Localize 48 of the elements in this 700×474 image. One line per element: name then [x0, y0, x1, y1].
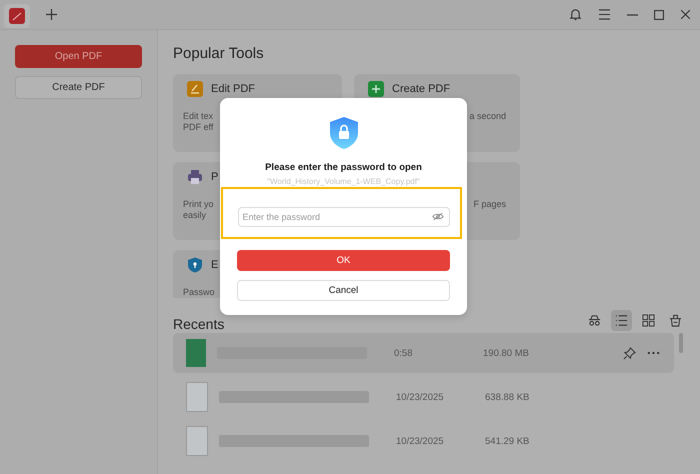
tool-description: a second	[469, 111, 506, 122]
app-logo-icon	[9, 8, 25, 24]
tool-description: F pages	[473, 199, 506, 210]
scrollbar[interactable]	[679, 333, 683, 353]
dialog-title: Please enter the password to open	[265, 162, 422, 173]
document-thumbnail	[186, 426, 208, 456]
add-tab-icon[interactable]	[46, 9, 57, 20]
tool-title: P	[211, 170, 218, 184]
file-row[interactable]: 10/23/2025 638.88 KB	[173, 377, 674, 417]
section-title: Popular Tools	[173, 44, 265, 64]
ok-button[interactable]: OK	[237, 250, 450, 271]
eye-off-icon[interactable]	[432, 212, 444, 221]
file-size: 190.80 MB	[483, 348, 530, 358]
file-row[interactable]: 10/23/2025 541.29 KB	[173, 421, 674, 461]
file-date: 10/23/2025	[396, 392, 445, 402]
spreadsheet-thumbnail	[186, 339, 206, 367]
maximize-icon[interactable]	[654, 10, 664, 20]
minimize-icon[interactable]	[627, 14, 638, 16]
tool-title: Create PDF	[392, 82, 450, 96]
tool-description: Print yo easily	[183, 199, 214, 221]
shield-lock-icon	[328, 116, 358, 150]
create-pdf-button[interactable]: Create PDF	[15, 76, 142, 99]
file-row[interactable]: 0:58 190.80 MB	[173, 333, 674, 373]
shield-icon	[187, 257, 203, 273]
app-tab[interactable]	[4, 4, 30, 28]
menu-icon[interactable]	[598, 9, 611, 20]
document-thumbnail	[186, 382, 208, 412]
file-name: "World_History_Volume_1-WEB_Copy.pdf"	[267, 177, 420, 186]
file-size: 541.29 KB	[485, 436, 530, 446]
pin-icon[interactable]	[623, 346, 636, 360]
more-icon[interactable]	[647, 351, 660, 355]
close-icon[interactable]	[681, 10, 690, 19]
bell-icon[interactable]	[569, 8, 582, 21]
open-pdf-button[interactable]: Open PDF	[15, 45, 142, 68]
document-plus-icon	[368, 81, 384, 97]
tool-title: E	[211, 258, 218, 272]
tool-title: Edit PDF	[211, 82, 256, 96]
list-view-icon[interactable]	[611, 310, 632, 331]
file-size: 638.88 KB	[485, 392, 530, 402]
printer-icon	[187, 169, 203, 185]
tool-description: Passwo	[183, 287, 215, 298]
file-date: 0:58	[394, 348, 414, 358]
password-field[interactable]: Enter the password	[238, 207, 450, 227]
pencil-icon	[187, 81, 203, 97]
tool-description: Edit tex PDF eff	[183, 111, 214, 133]
file-date: 10/23/2025	[396, 436, 445, 446]
cancel-button[interactable]: Cancel	[237, 280, 450, 301]
section-title: Recents	[173, 317, 224, 331]
